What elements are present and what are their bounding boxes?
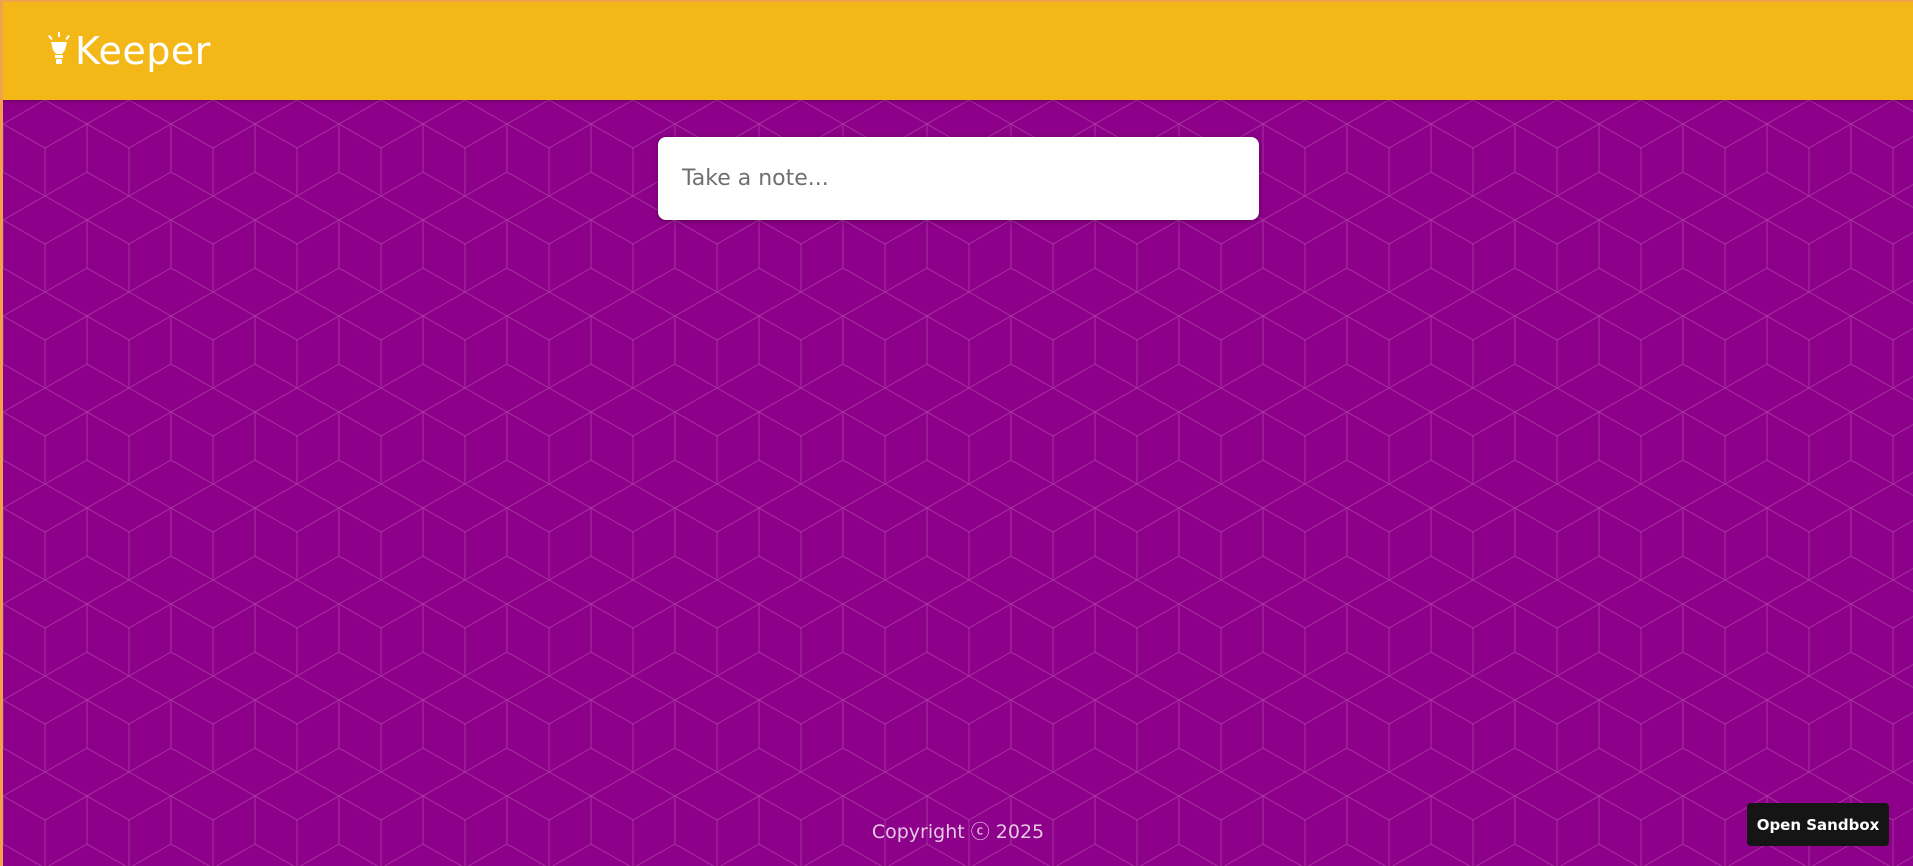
page-footer: Copyright ⓒ 2025 [3, 817, 1913, 844]
app-container: Keeper Copyright ⓒ 2025 Open Sandbox [3, 2, 1913, 866]
note-input[interactable] [682, 166, 1235, 191]
open-sandbox-button[interactable]: Open Sandbox [1747, 803, 1889, 846]
app-header: Keeper [3, 2, 1913, 100]
app-title: Keeper [75, 29, 211, 73]
app-logo[interactable]: Keeper [47, 29, 211, 73]
lightbulb-icon [47, 32, 71, 64]
copyright-text: Copyright ⓒ 2025 [871, 821, 1045, 843]
create-note-form [658, 137, 1259, 220]
